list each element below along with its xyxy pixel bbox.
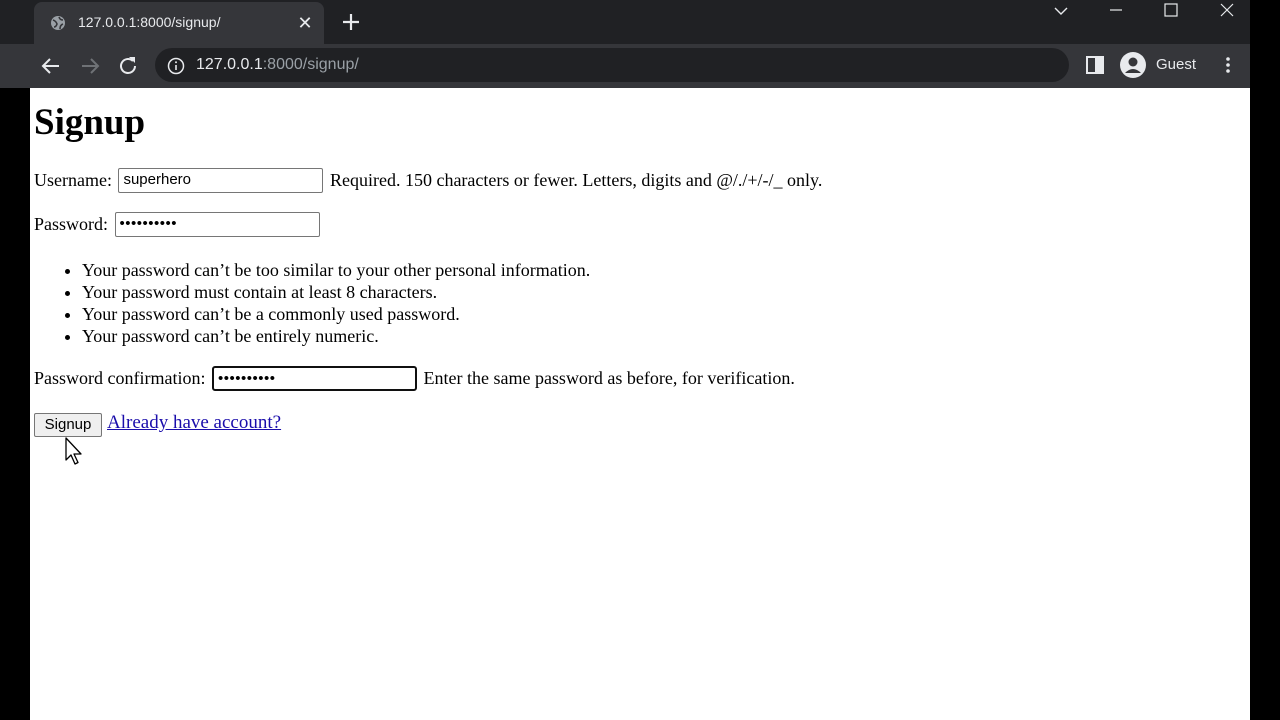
list-item: Your password can’t be a commonly used p… [82,303,590,325]
url-path: :8000/signup/ [262,56,359,73]
reload-icon[interactable] [116,54,140,78]
list-item: Your password can’t be entirely numeric. [82,325,590,347]
list-item: Your password must contain at least 8 ch… [82,281,590,303]
password-confirmation-label: Password confirmation: [34,368,206,388]
signup-button[interactable]: Signup [34,413,102,437]
password-input[interactable]: •••••••••• [114,212,320,237]
forward-arrow-icon[interactable] [78,54,102,78]
chevron-down-icon[interactable] [1041,0,1081,24]
info-icon[interactable] [167,57,185,75]
password-confirmation-row: Password confirmation: •••••••••• Enter … [34,366,795,392]
side-panel-icon[interactable] [1084,54,1106,76]
password-confirmation-help-text: Enter the same password as before, for v… [423,368,795,388]
browser-tab[interactable]: 127.0.0.1:8000/signup/ ✕ [34,2,324,44]
page-viewport: Signup Username: superhero Required. 150… [30,88,1250,720]
password-confirmation-input[interactable]: •••••••••• [211,366,417,391]
minimize-icon[interactable] [1096,0,1136,24]
page-title: Signup [34,102,146,143]
address-bar[interactable]: 127.0.0.1:8000/signup/ [155,48,1069,82]
maximize-icon[interactable] [1151,0,1191,24]
username-row: Username: superhero Required. 150 charac… [34,168,822,194]
globe-icon [51,16,65,30]
password-rules-list: Your password can’t be too similar to yo… [34,259,590,347]
tab-close-icon[interactable]: ✕ [296,14,314,32]
browser-tab-strip: 127.0.0.1:8000/signup/ ✕ [0,0,1250,44]
kebab-menu-icon[interactable] [1218,54,1238,76]
mouse-cursor-icon [65,437,82,465]
avatar-icon [1120,52,1146,78]
login-link[interactable]: Already have account? [107,412,281,434]
profile-name: Guest [1156,56,1197,73]
list-item: Your password can’t be too similar to yo… [82,259,590,281]
new-tab-plus-icon[interactable] [340,11,362,33]
window-close-icon[interactable] [1207,0,1247,24]
username-help-text: Required. 150 characters or fewer. Lette… [329,170,823,190]
tab-title: 127.0.0.1:8000/signup/ [78,14,221,30]
back-arrow-icon[interactable] [39,54,63,78]
password-row: Password: •••••••••• [34,212,322,238]
url-text: 127.0.0.1:8000/signup/ [196,56,359,74]
profile-button[interactable]: Guest [1116,48,1204,82]
password-label: Password: [34,214,109,234]
username-label: Username: [34,170,112,190]
username-input[interactable]: superhero [118,168,324,193]
browser-toolbar: 127.0.0.1:8000/signup/ Guest [0,44,1250,88]
url-host: 127.0.0.1 [196,56,263,73]
